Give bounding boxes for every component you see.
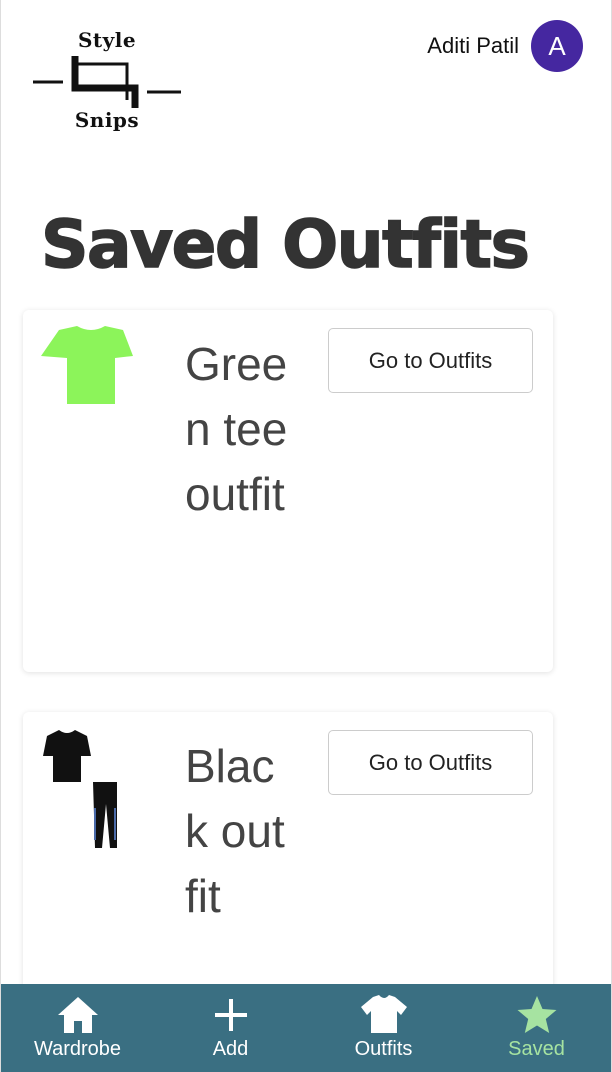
black-tshirt-image	[43, 730, 117, 848]
outfit-name: Black outfit	[185, 740, 285, 922]
go-to-outfits-button[interactable]: Go to Outfits	[328, 328, 533, 393]
outfit-thumbnails	[41, 728, 141, 848]
logo-mark	[33, 56, 181, 108]
plus-icon	[213, 994, 249, 1036]
nav-label: Add	[212, 1038, 249, 1060]
page-title: Saved Outfits	[40, 205, 530, 284]
app-frame: Style Snips Aditi Patil A Saved Outfits …	[0, 0, 612, 1072]
logo-text-bottom: Snips	[74, 108, 140, 132]
nav-item-wardrobe[interactable]: Wardrobe	[1, 984, 154, 1072]
black-pants-image	[93, 782, 117, 848]
outfit-card: Green tee outfit Go to Outfits	[23, 310, 553, 672]
user-menu[interactable]: Aditi Patil A	[427, 20, 583, 72]
user-name: Aditi Patil	[427, 33, 519, 58]
go-to-outfits-button[interactable]: Go to Outfits	[328, 730, 533, 795]
logo-text-top: Style	[77, 28, 137, 52]
nav-item-saved[interactable]: Saved	[460, 984, 611, 1072]
star-icon	[515, 994, 559, 1036]
green-tshirt-image	[41, 326, 133, 404]
shirt-icon	[359, 994, 409, 1036]
nav-item-add[interactable]: Add	[154, 984, 307, 1072]
avatar[interactable]: A	[531, 20, 583, 72]
home-icon	[56, 994, 100, 1036]
outfit-thumbnails	[41, 326, 141, 446]
nav-label: Wardrobe	[33, 1038, 122, 1060]
app-logo[interactable]: Style Snips	[31, 28, 183, 134]
bottom-nav: Wardrobe Add Outfits Saved	[1, 984, 611, 1072]
nav-item-outfits[interactable]: Outfits	[307, 984, 460, 1072]
nav-label: Saved	[508, 1038, 565, 1060]
outfit-name: Green tee outfit	[185, 338, 288, 520]
nav-label: Outfits	[354, 1038, 413, 1060]
